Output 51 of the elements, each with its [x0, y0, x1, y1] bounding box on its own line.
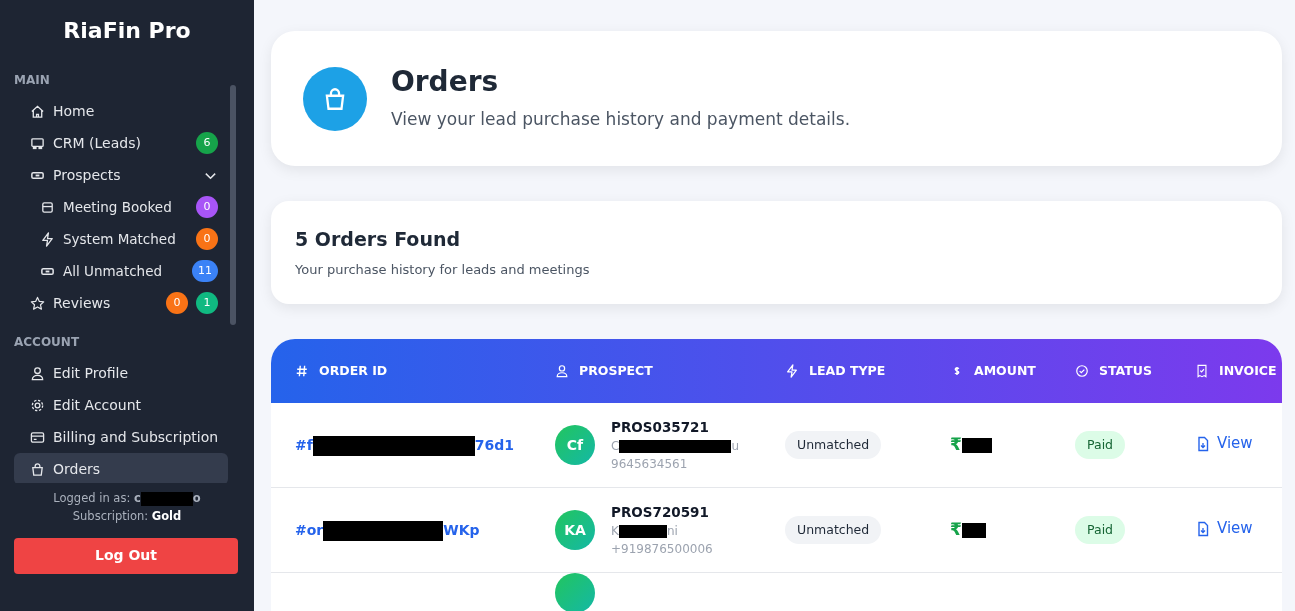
logout-button[interactable]: Log Out — [14, 537, 238, 574]
order-id-link[interactable]: #or WKp — [295, 521, 480, 538]
sidebar-item[interactable]: Reviews 0 1 — [14, 287, 228, 319]
prospect-name: C u — [611, 438, 739, 456]
count-badge: 0 — [196, 228, 218, 250]
prospect-phone: 9645634561 — [611, 456, 689, 474]
prospect-id: PROS720591 — [611, 502, 710, 522]
count-badge: 6 — [196, 132, 218, 154]
sidebar-item[interactable]: Prospects — [14, 159, 228, 191]
sidebar-item[interactable]: Edit Account — [14, 389, 228, 421]
prospect-name: K ni — [611, 523, 679, 541]
column-header: STATUS — [1075, 361, 1195, 381]
section-heading: ACCOUNT — [13, 334, 81, 351]
order-id-link[interactable]: #f 76d1 — [295, 436, 515, 453]
amount: ₹ — [950, 519, 986, 540]
sidebar-item[interactable]: System Matched 0 — [24, 223, 228, 255]
avatar: KA — [555, 510, 595, 550]
summary-title: 5 Orders Found — [295, 227, 462, 252]
view-invoice-link[interactable]: View — [1195, 517, 1253, 540]
count-badge: 0 — [166, 292, 188, 314]
status-tag: Paid — [1075, 430, 1126, 460]
amount: ₹ — [950, 434, 992, 455]
status-tag: Paid — [1075, 515, 1126, 545]
sidebar-item[interactable]: All Unmatched 11 — [24, 255, 228, 287]
avatar: Cf — [555, 425, 595, 465]
prospect-id: PROS035721 — [611, 417, 710, 437]
sidebar-item[interactable]: Edit Profile — [14, 357, 228, 389]
column-header: INVOICE — [1195, 361, 1282, 381]
column-header: LEAD TYPE — [785, 361, 950, 381]
section-heading: MAIN — [13, 72, 51, 89]
count-badge: 0 — [196, 196, 218, 218]
column-header: PROSPECT — [555, 361, 785, 381]
lead-type-tag: Unmatched — [785, 515, 882, 545]
count-badge: 1 — [196, 292, 218, 314]
column-header: AMOUNT — [950, 361, 1075, 381]
sidebar-item[interactable]: Billing and Subscription — [14, 421, 228, 453]
sidebar-item[interactable]: Orders — [14, 453, 228, 483]
prospect-phone: +919876500006 — [611, 541, 713, 559]
page-title: Orders — [391, 64, 500, 99]
count-badge: 11 — [192, 260, 218, 282]
sidebar-item[interactable]: Meeting Booked 0 — [24, 191, 228, 223]
logged-in-text: Logged in as: c o — [52, 490, 202, 508]
page-subtitle: View your lead purchase history and payment details. — [391, 107, 851, 131]
column-header: ORDER ID — [295, 361, 555, 381]
lead-type-tag: Unmatched — [785, 430, 882, 460]
brand-title: RiaFin Pro — [62, 17, 192, 45]
view-invoice-link[interactable]: View — [1195, 432, 1253, 455]
summary-subtitle: Your purchase history for leads and meetings — [295, 260, 591, 279]
subscription-text: Subscription: Gold — [71, 508, 183, 526]
sidebar-item[interactable]: CRM (Leads) 6 — [14, 127, 228, 159]
sidebar-item[interactable]: Home — [14, 95, 228, 127]
